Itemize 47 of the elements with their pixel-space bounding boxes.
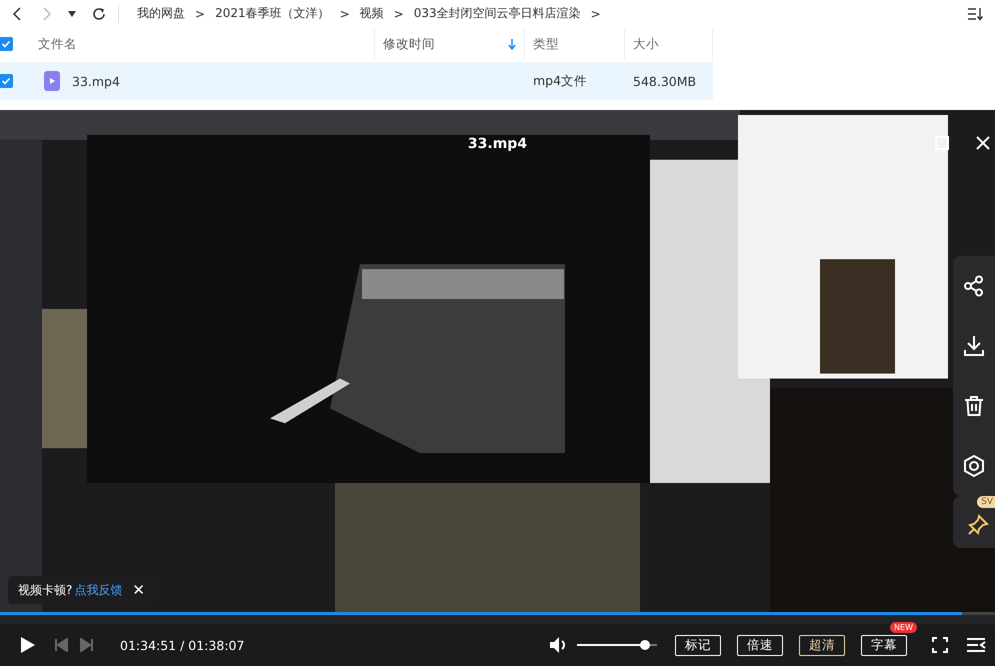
video-title: 33.mp4 (468, 136, 528, 152)
player-button[interactable]: 超清 (799, 635, 845, 656)
checkmark-icon (1, 39, 11, 49)
close-button[interactable]: ✕ (132, 581, 145, 599)
pin-icon[interactable] (967, 514, 989, 536)
player-button[interactable]: 倍速 (737, 635, 783, 656)
breadcrumb-separator: > (195, 6, 206, 20)
refresh-icon[interactable] (92, 6, 106, 20)
previous-icon[interactable] (54, 638, 68, 652)
play-icon[interactable] (20, 636, 36, 654)
fullscreen-icon[interactable] (932, 637, 948, 653)
breadcrumb-separator: > (340, 6, 350, 20)
file-name: 33.mp4 (72, 74, 120, 88)
breadcrumb-item[interactable]: 视频 (360, 5, 384, 22)
select-all-checkbox[interactable] (0, 37, 13, 51)
breadcrumb-item[interactable]: 033全封闭空间云亭日料店渲染 (414, 5, 581, 22)
next-icon[interactable] (80, 638, 94, 652)
row-checkbox[interactable] (0, 74, 13, 88)
file-row[interactable]: 33.mp4 mp4文件 548.30MB (0, 62, 713, 100)
column-header[interactable]: 文件名 (38, 36, 77, 52)
breadcrumb-item[interactable]: 2021春季班（文洋） (215, 5, 330, 22)
column-header[interactable]: 类型 (533, 36, 559, 52)
column-header[interactable]: 修改时间 (383, 36, 435, 52)
toast-text: 视频卡顿? (18, 582, 72, 598)
player-button[interactable]: 标记 (675, 635, 721, 656)
column-header[interactable]: 大小 (633, 36, 659, 52)
playback-time: 01:34:51 / 01:38:07 (120, 638, 244, 652)
close-icon[interactable] (976, 136, 990, 150)
playlist-icon[interactable] (966, 637, 986, 653)
trash-icon[interactable] (963, 395, 985, 417)
target-icon[interactable] (963, 455, 985, 477)
sort-arrow-icon (508, 38, 516, 50)
vip-badge: SV (977, 496, 995, 508)
breadcrumb-item[interactable]: 我的网盘 (137, 5, 185, 22)
breadcrumb-separator: > (590, 6, 601, 20)
dropdown-icon[interactable] (68, 10, 76, 16)
checkmark-icon (1, 76, 11, 86)
file-type: mp4文件 (533, 72, 588, 90)
breadcrumb-separator: > (394, 6, 404, 20)
player-button[interactable]: 字幕 (861, 635, 907, 656)
file-size: 548.30MB (633, 74, 696, 88)
feedback-link[interactable]: 点我反馈 (74, 582, 122, 598)
sort-icon[interactable] (967, 6, 983, 20)
new-badge: NEW (890, 622, 917, 633)
download-icon[interactable] (963, 335, 985, 357)
share-icon[interactable] (963, 275, 985, 297)
video-file-icon (44, 71, 60, 91)
